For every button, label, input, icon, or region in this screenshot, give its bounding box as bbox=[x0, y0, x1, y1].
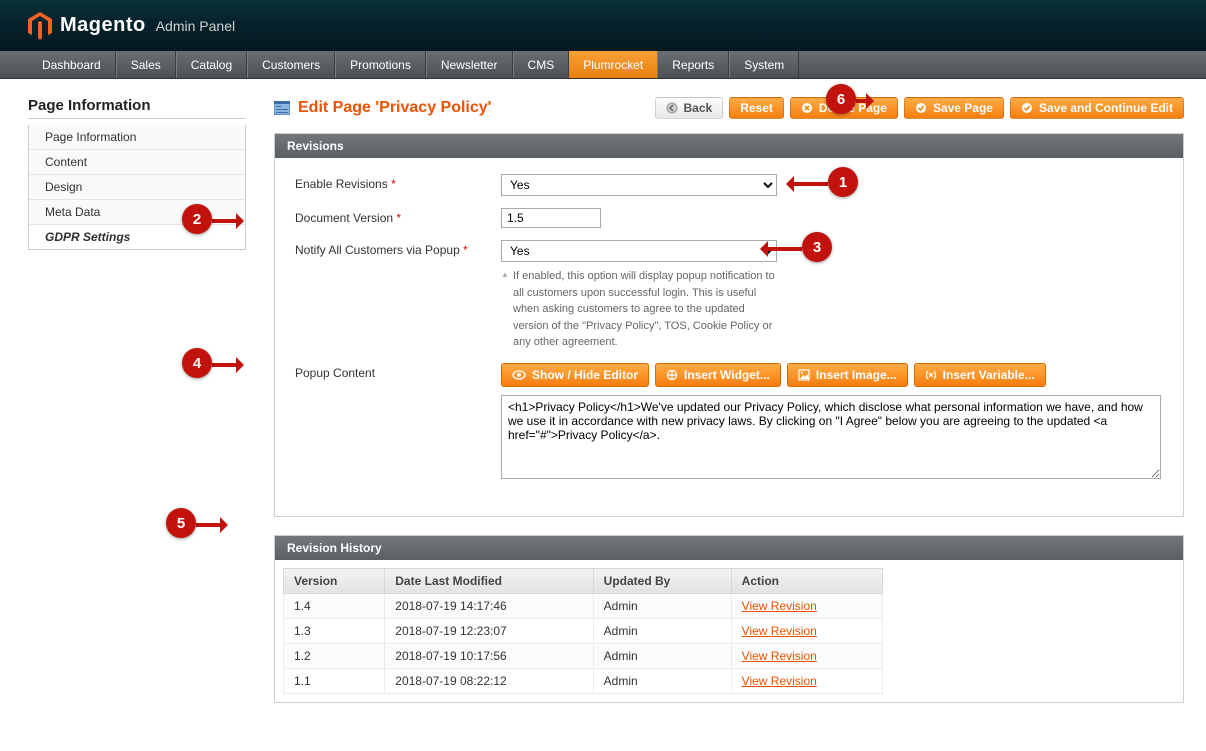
main-content: Edit Page 'Privacy Policy' Back Reset De… bbox=[274, 97, 1184, 721]
topnav-customers[interactable]: Customers bbox=[247, 51, 335, 78]
delete-icon bbox=[801, 102, 813, 114]
topnav-newsletter[interactable]: Newsletter bbox=[426, 51, 513, 78]
revision-history-table: VersionDate Last ModifiedUpdated ByActio… bbox=[283, 568, 883, 694]
popup-content-textarea[interactable]: <h1>Privacy Policy</h1>We've updated our… bbox=[501, 395, 1161, 479]
table-row: 1.32018-07-19 12:23:07AdminView Revision bbox=[284, 618, 883, 643]
sidebar-item-meta-data[interactable]: Meta Data bbox=[29, 200, 245, 225]
page-head: Edit Page 'Privacy Policy' Back Reset De… bbox=[274, 97, 1184, 119]
sidebar-item-design[interactable]: Design bbox=[29, 175, 245, 200]
save-continue-button[interactable]: Save and Continue Edit bbox=[1010, 97, 1184, 119]
check-icon bbox=[915, 102, 927, 114]
toggle-editor-button[interactable]: Show / Hide Editor bbox=[501, 363, 649, 387]
insert-variable-button[interactable]: Insert Variable... bbox=[914, 363, 1046, 387]
sidebar-item-content[interactable]: Content bbox=[29, 150, 245, 175]
check-icon bbox=[1021, 102, 1033, 114]
magento-logo-icon bbox=[28, 12, 52, 40]
widget-icon bbox=[666, 369, 678, 381]
image-icon bbox=[798, 369, 810, 381]
table-header: Version bbox=[284, 568, 385, 593]
table-row: 1.42018-07-19 14:17:46AdminView Revision bbox=[284, 593, 883, 618]
insert-image-button[interactable]: Insert Image... bbox=[787, 363, 908, 387]
sidebar-item-page-information[interactable]: Page Information bbox=[29, 125, 245, 150]
sidebar-title: Page Information bbox=[28, 97, 246, 119]
table-row: 1.12018-07-19 08:22:12AdminView Revision bbox=[284, 668, 883, 693]
variable-icon bbox=[925, 369, 937, 381]
logo: Magento Admin Panel bbox=[28, 12, 235, 40]
back-icon bbox=[666, 102, 678, 114]
topnav-cms[interactable]: CMS bbox=[513, 51, 570, 78]
logo-sub: Admin Panel bbox=[156, 18, 235, 34]
view-revision-link[interactable]: View Revision bbox=[742, 674, 817, 688]
view-revision-link[interactable]: View Revision bbox=[742, 599, 817, 613]
sidebar-item-gdpr-settings[interactable]: GDPR Settings bbox=[29, 225, 245, 249]
insert-widget-button[interactable]: Insert Widget... bbox=[655, 363, 781, 387]
enable-revisions-select[interactable]: Yes bbox=[501, 174, 777, 196]
table-header: Updated By bbox=[593, 568, 731, 593]
revisions-section: Revisions Enable Revisions * Yes Documen… bbox=[274, 133, 1184, 517]
top-nav: DashboardSalesCatalogCustomersPromotions… bbox=[0, 51, 1206, 79]
reset-button[interactable]: Reset bbox=[729, 97, 784, 119]
save-button[interactable]: Save Page bbox=[904, 97, 1004, 119]
topnav-sales[interactable]: Sales bbox=[116, 51, 176, 78]
topnav-plumrocket[interactable]: Plumrocket bbox=[569, 51, 657, 78]
table-row: 1.22018-07-19 10:17:56AdminView Revision bbox=[284, 643, 883, 668]
table-header: Action bbox=[731, 568, 882, 593]
back-button[interactable]: Back bbox=[655, 97, 724, 119]
topnav-promotions[interactable]: Promotions bbox=[335, 51, 426, 78]
revision-history-heading: Revision History bbox=[275, 536, 1183, 560]
page-title: Edit Page 'Privacy Policy' bbox=[298, 99, 491, 117]
admin-header: Magento Admin Panel bbox=[0, 0, 1206, 51]
enable-revisions-label: Enable Revisions * bbox=[295, 174, 501, 191]
revisions-heading: Revisions bbox=[275, 134, 1183, 158]
popup-content-label: Popup Content bbox=[295, 363, 501, 380]
topnav-dashboard[interactable]: Dashboard bbox=[28, 51, 116, 78]
notify-popup-label: Notify All Customers via Popup * bbox=[295, 240, 501, 257]
eye-icon bbox=[512, 370, 526, 380]
sidebar: Page Information Page InformationContent… bbox=[28, 97, 246, 721]
action-buttons: Back Reset Delete Page Save Page Save an… bbox=[655, 97, 1184, 119]
delete-button[interactable]: Delete Page bbox=[790, 97, 898, 119]
topnav-system[interactable]: System bbox=[729, 51, 799, 78]
revision-history-section: Revision History VersionDate Last Modifi… bbox=[274, 535, 1184, 703]
view-revision-link[interactable]: View Revision bbox=[742, 649, 817, 663]
document-version-label: Document Version * bbox=[295, 208, 501, 225]
document-version-input[interactable] bbox=[501, 208, 601, 228]
notify-popup-hint: If enabled, this option will display pop… bbox=[501, 268, 781, 351]
page-icon bbox=[274, 101, 290, 115]
editor-toolbar: Show / Hide Editor Insert Widget... Inse… bbox=[501, 363, 1161, 387]
topnav-reports[interactable]: Reports bbox=[657, 51, 729, 78]
table-header: Date Last Modified bbox=[385, 568, 593, 593]
topnav-catalog[interactable]: Catalog bbox=[176, 51, 247, 78]
logo-brand: Magento bbox=[60, 14, 146, 37]
view-revision-link[interactable]: View Revision bbox=[742, 624, 817, 638]
notify-popup-select[interactable]: Yes bbox=[501, 240, 777, 262]
